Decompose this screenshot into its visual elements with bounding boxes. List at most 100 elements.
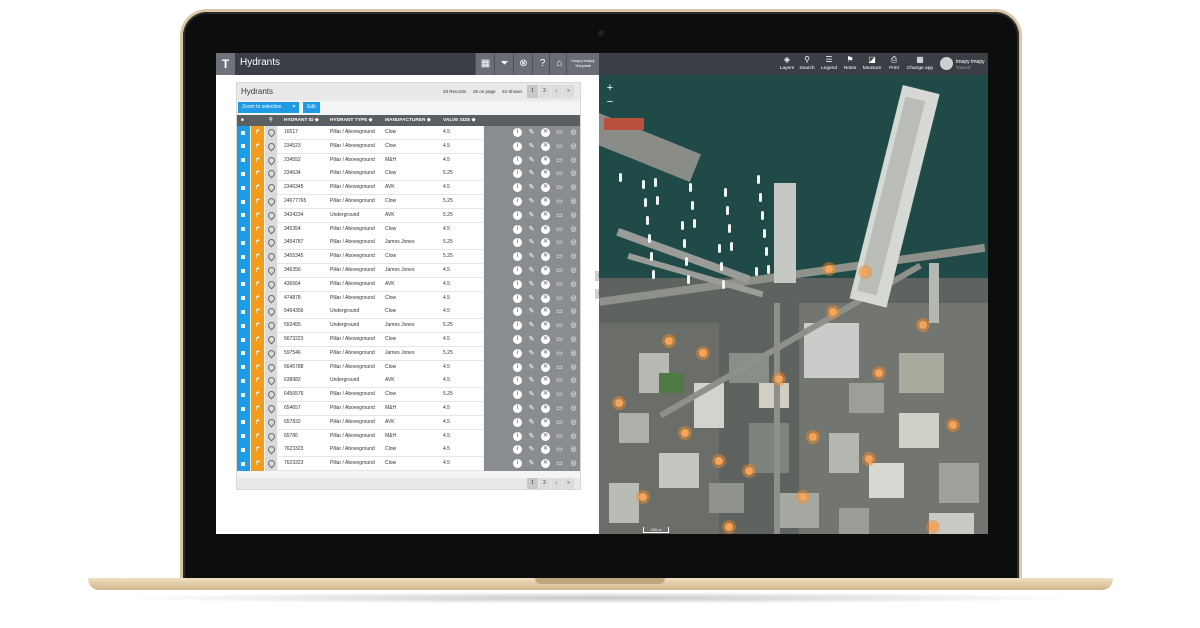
row-checkbox[interactable] xyxy=(237,415,250,430)
globe-icon[interactable]: ◎ xyxy=(569,238,578,247)
delete-icon[interactable]: ✕ xyxy=(541,128,550,137)
info-icon[interactable]: i xyxy=(513,376,522,386)
edit-icon[interactable]: ✎ xyxy=(527,335,536,344)
edit-icon[interactable]: ✎ xyxy=(527,349,536,358)
table-row[interactable]: ↱ 654657 Pillar / Aboveground M&H 4.5 i ✎ ✕ ▭ ◎ xyxy=(237,402,580,416)
zoom-in-button[interactable]: + xyxy=(604,82,616,94)
info-icon[interactable]: i xyxy=(513,141,522,151)
row-checkbox[interactable] xyxy=(237,291,250,306)
row-checkbox[interactable] xyxy=(237,346,250,361)
table-row[interactable]: ↱ 346356 Pillar / Aboveground James Jones 4.… xyxy=(237,264,580,278)
folder-icon[interactable]: ▭ xyxy=(555,349,564,358)
edit-icon[interactable]: ✎ xyxy=(527,280,536,289)
table-row[interactable]: ↱ 65786 Pillar / Aboveground M&H 4.5 i ✎ ✕ ▭ ◎ xyxy=(237,429,580,444)
row-checkbox[interactable] xyxy=(237,429,250,444)
info-icon[interactable]: i xyxy=(513,445,522,455)
folder-icon[interactable]: ▭ xyxy=(555,211,564,220)
edit-icon[interactable]: ✎ xyxy=(527,445,536,454)
delete-icon[interactable]: ✕ xyxy=(541,169,550,179)
zoom-to-icon[interactable]: ↱ xyxy=(251,291,264,306)
globe-icon[interactable]: ◎ xyxy=(569,197,578,206)
folder-icon[interactable]: ▭ xyxy=(555,418,564,427)
table-row[interactable]: ↱ 234523 Pillar / Aboveground Clow 4.5 i ✎ ✕ ▭ ◎ xyxy=(237,139,580,154)
zoom-to-icon[interactable]: ↱ xyxy=(251,139,264,154)
location-pin-icon[interactable] xyxy=(265,429,277,444)
tool-print[interactable]: ⎙ Print xyxy=(883,55,905,75)
tool-change-app[interactable]: ▦ Change app xyxy=(905,55,935,75)
zoom-to-icon[interactable]: ↱ xyxy=(251,264,264,278)
location-pin-icon[interactable] xyxy=(265,195,277,209)
globe-icon[interactable]: ◎ xyxy=(569,459,578,468)
table-row[interactable]: ↱ 5464356 Underground Clow 4.5 i ✎ ✕ ▭ ◎ xyxy=(237,305,580,320)
tool-notes[interactable]: ⚑ Notes xyxy=(839,55,861,75)
globe-icon[interactable]: ◎ xyxy=(569,294,578,303)
delete-icon[interactable]: ✕ xyxy=(541,376,550,386)
globe-icon[interactable]: ◎ xyxy=(569,321,578,330)
location-pin-icon[interactable] xyxy=(265,346,277,361)
info-icon[interactable]: i xyxy=(513,210,522,220)
table-row[interactable]: ↱ 474878 Pillar / Aboveground Clow 4.5 i ✎ ✕ ▭ ◎ xyxy=(237,291,580,306)
table-row[interactable]: ↱ 638982 Underground AVK 4.5 i ✎ ✕ ▭ ◎ xyxy=(237,374,580,389)
location-pin-icon[interactable] xyxy=(265,360,277,375)
globe-icon[interactable]: ◎ xyxy=(569,349,578,358)
table-row[interactable]: ↱ 16517 Pillar / Aboveground Clow 4.5 i ✎ ✕ ▭ ◎ xyxy=(237,126,580,140)
edit-icon[interactable]: ✎ xyxy=(527,169,536,178)
delete-icon[interactable]: ✕ xyxy=(541,293,550,303)
info-icon[interactable]: i xyxy=(513,335,522,344)
info-icon[interactable]: i xyxy=(513,348,522,358)
zoom-to-icon[interactable]: ↱ xyxy=(251,443,264,458)
edit-icon[interactable]: ✎ xyxy=(527,197,536,206)
delete-icon[interactable]: ✕ xyxy=(541,348,550,358)
table-row[interactable]: ↱ 5645788 Pillar / Aboveground Clow 4.5 i ✎ ✕ ▭ ◎ xyxy=(237,360,580,375)
info-icon[interactable]: i xyxy=(513,390,522,400)
edit-button[interactable]: Edit xyxy=(303,102,320,113)
info-icon[interactable]: i xyxy=(513,155,522,165)
col-hydrant-type[interactable]: HYDRANT TYPE ◆ xyxy=(330,118,372,123)
folder-icon[interactable]: ▭ xyxy=(555,238,564,247)
folder-icon[interactable]: ▭ xyxy=(555,169,564,178)
zoom-to-icon[interactable]: ↱ xyxy=(251,236,264,251)
globe-icon[interactable]: ◎ xyxy=(569,211,578,220)
edit-icon[interactable]: ✎ xyxy=(527,211,536,220)
edit-icon[interactable]: ✎ xyxy=(527,418,536,427)
location-pin-icon[interactable] xyxy=(265,305,277,320)
zoom-to-icon[interactable]: ↱ xyxy=(251,181,264,195)
table-row[interactable]: ↱ 234634 Pillar / Aboveground Clow 5.25 i ✎ ✕ ▭ ◎ xyxy=(237,167,580,182)
row-checkbox[interactable] xyxy=(237,333,250,347)
info-icon[interactable]: i xyxy=(513,404,522,413)
info-icon[interactable]: i xyxy=(513,431,522,441)
zoom-out-button[interactable]: − xyxy=(604,96,616,108)
zoom-to-icon[interactable]: ↱ xyxy=(251,360,264,375)
edit-icon[interactable]: ✎ xyxy=(527,128,536,137)
folder-icon[interactable]: ▭ xyxy=(555,321,564,330)
row-checkbox[interactable] xyxy=(237,277,250,292)
row-checkbox[interactable] xyxy=(237,305,250,320)
zoom-to-icon[interactable]: ↱ xyxy=(251,305,264,320)
row-checkbox[interactable] xyxy=(237,222,250,237)
location-pin-icon[interactable] xyxy=(265,402,277,416)
delete-icon[interactable]: ✕ xyxy=(541,252,550,262)
location-pin-icon[interactable] xyxy=(265,153,277,168)
folder-icon[interactable]: ▭ xyxy=(555,225,564,234)
globe-icon[interactable]: ◎ xyxy=(569,307,578,316)
location-pin-icon[interactable] xyxy=(265,236,277,251)
row-checkbox[interactable] xyxy=(237,181,250,195)
info-icon[interactable]: i xyxy=(513,417,522,427)
zoom-to-icon[interactable]: ↱ xyxy=(251,415,264,430)
table-row[interactable]: ↱ 3424234 Underground AVK 5.25 i ✎ ✕ ▭ ◎ xyxy=(237,208,580,223)
zoom-to-icon[interactable]: ↱ xyxy=(251,388,264,402)
globe-icon[interactable]: ◎ xyxy=(569,376,578,385)
location-pin-icon[interactable] xyxy=(265,415,277,430)
table-row[interactable]: ↱ 24677765 Pillar / Aboveground Clow 5.25 i ✎ ✕… xyxy=(237,195,580,209)
folder-icon[interactable]: ▭ xyxy=(555,404,564,413)
edit-icon[interactable]: ✎ xyxy=(527,404,536,413)
location-pin-icon[interactable] xyxy=(265,374,277,389)
globe-icon[interactable]: ◎ xyxy=(569,128,578,137)
grid-icon[interactable]: ▦ xyxy=(475,53,495,75)
zoom-to-icon[interactable]: ↱ xyxy=(251,402,264,416)
footer-page-1[interactable]: 1 xyxy=(527,478,538,489)
select-all-checkbox[interactable]: ■ xyxy=(241,118,244,123)
delete-icon[interactable]: ✕ xyxy=(541,266,550,275)
location-pin-icon[interactable] xyxy=(265,333,277,347)
edit-icon[interactable]: ✎ xyxy=(527,321,536,330)
